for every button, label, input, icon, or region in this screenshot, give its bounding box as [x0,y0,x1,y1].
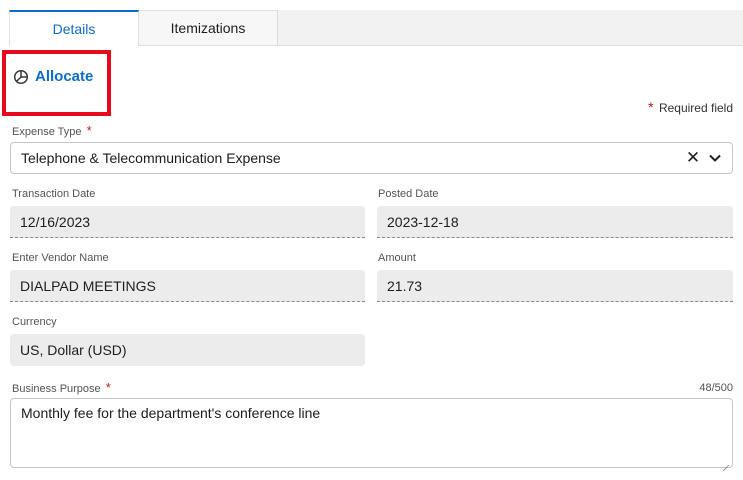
business-purpose-value: Monthly fee for the department's confere… [21,405,321,421]
allocate-label: Allocate [35,68,94,85]
required-field-note: * Required field [648,99,733,115]
posted-date-value: 2023-12-18 [387,213,459,230]
tab-itemizations[interactable]: Itemizations [139,10,278,46]
business-purpose-label-text: Business Purpose [12,383,101,395]
expense-type-label-text: Expense Type [12,126,82,138]
chevron-down-icon[interactable] [704,147,726,169]
amount-field[interactable]: 21.73 [377,270,733,302]
transaction-date-value: 12/16/2023 [20,213,91,230]
vendor-name-field[interactable]: DIALPAD MEETINGS [10,270,365,302]
business-purpose-textarea[interactable]: Monthly fee for the department's confere… [10,398,733,472]
transaction-date-field[interactable]: 12/16/2023 [10,206,365,238]
currency-field[interactable]: US, Dollar (USD) [10,334,365,366]
currency-value: US, Dollar (USD) [20,342,127,358]
transaction-date-label: Transaction Date [12,188,96,200]
expense-type-value: Telephone & Telecommunication Expense [21,150,281,166]
resize-grip-icon[interactable] [722,458,730,472]
expense-type-select[interactable]: Telephone & Telecommunication Expense ✕ [10,142,733,174]
expense-type-label: Expense Type * [12,123,94,138]
required-star: * [86,123,92,138]
tab-bar: Details Itemizations [0,0,743,46]
clear-icon[interactable]: ✕ [682,148,704,168]
vendor-name-label: Enter Vendor Name [12,252,109,264]
amount-value: 21.73 [387,277,423,294]
posted-date-label: Posted Date [378,188,439,200]
tab-bar-background [278,10,743,46]
currency-label: Currency [12,316,57,328]
tab-details[interactable]: Details [9,10,139,46]
character-count: 48/500 [699,382,733,394]
amount-label: Amount [378,252,416,264]
vendor-name-value: DIALPAD MEETINGS [20,277,156,294]
posted-date-field[interactable]: 2023-12-18 [377,206,733,238]
required-star: * [105,380,111,395]
allocate-link[interactable]: Allocate [13,68,93,85]
required-field-text: Required field [658,101,733,115]
required-star: * [648,99,654,115]
pie-chart-icon [13,69,29,85]
business-purpose-label: Business Purpose * [12,380,113,395]
